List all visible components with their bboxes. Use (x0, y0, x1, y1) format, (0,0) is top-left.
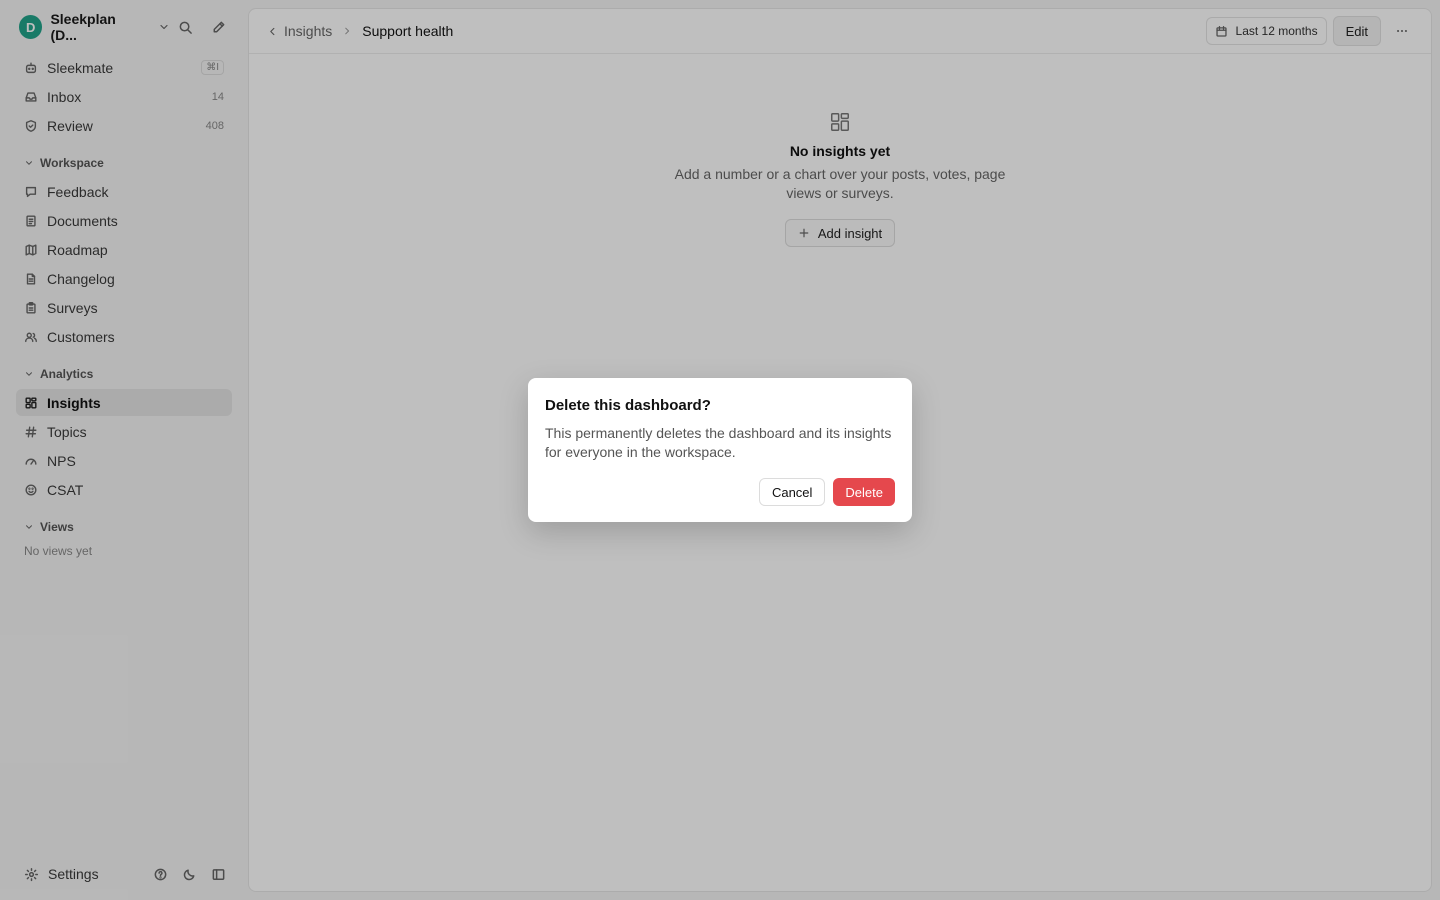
delete-button[interactable]: Delete (833, 478, 895, 506)
dialog-title: Delete this dashboard? (545, 397, 711, 414)
delete-dashboard-dialog: Delete this dashboard? This permanently … (528, 378, 912, 522)
cancel-button[interactable]: Cancel (758, 478, 826, 506)
dialog-actions: Cancel Delete (758, 478, 895, 506)
dialog-body: This permanently deletes the dashboard a… (545, 425, 892, 460)
